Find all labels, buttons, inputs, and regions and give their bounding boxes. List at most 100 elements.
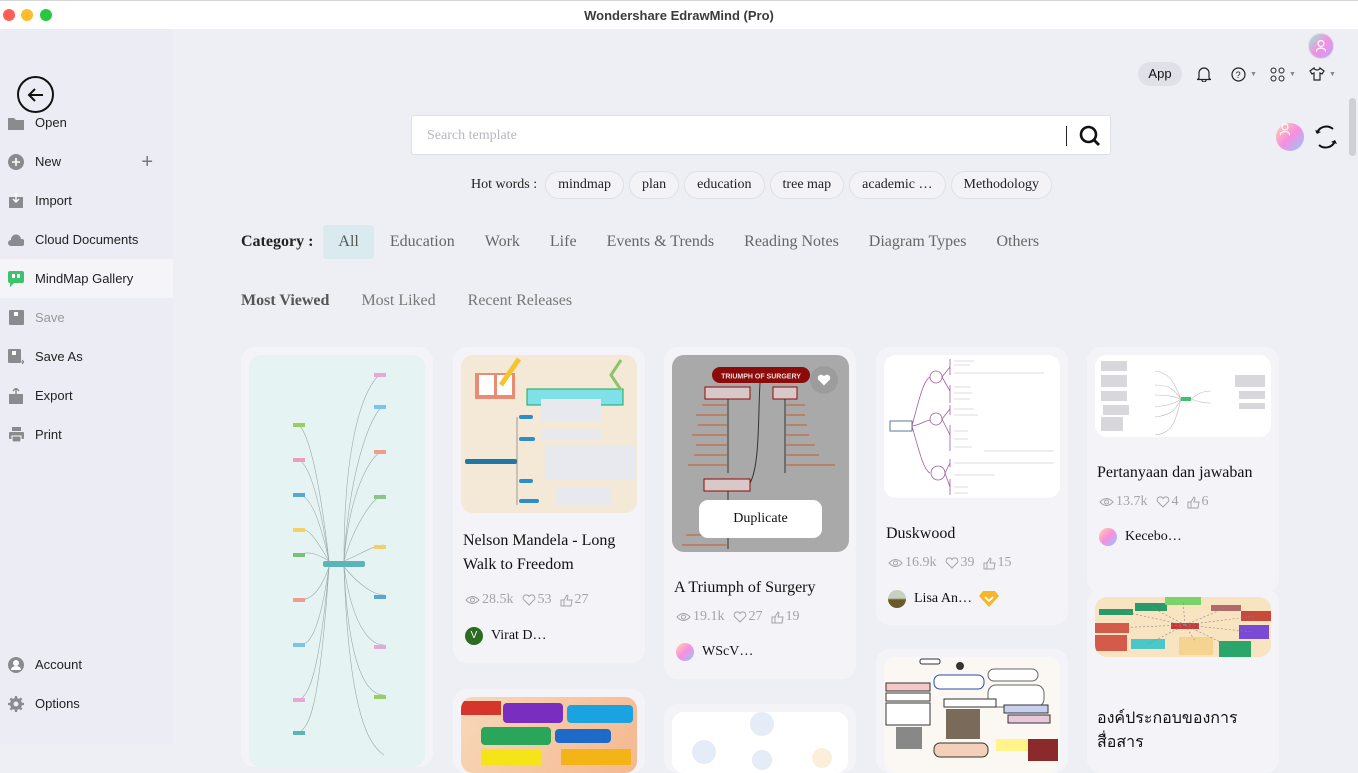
search-input[interactable]: Search template	[411, 115, 1111, 155]
sidebar-item-label: Account	[35, 657, 82, 672]
category-events-trends[interactable]: Events & Trends	[592, 225, 730, 259]
template-card[interactable]	[453, 689, 645, 773]
help-menu-button[interactable]: ? ▼	[1231, 64, 1257, 84]
sidebar-item-save[interactable]: Save	[0, 298, 173, 337]
user-avatar[interactable]	[1308, 33, 1334, 59]
search-placeholder: Search template	[427, 128, 517, 143]
save-as-icon	[8, 348, 24, 365]
main-content: App ? ▼ ▼ ▼ Search template Hot words : …	[173, 29, 1358, 773]
template-card[interactable]: องค์ประกอบของการสื่อสาร	[1087, 589, 1279, 773]
mindmap-preview	[293, 373, 386, 756]
heart-icon	[522, 594, 535, 606]
sidebar-item-export[interactable]: Export	[0, 376, 173, 415]
card-title[interactable]: Nelson Mandela - Long Walk to Freedom	[463, 529, 635, 577]
title-bar: Wondershare EdrawMind (Pro)	[0, 0, 1358, 29]
template-thumbnail	[1095, 597, 1271, 657]
user-icon	[1316, 40, 1326, 52]
hot-word-chip[interactable]: academic …	[849, 171, 946, 199]
card-title[interactable]: Pertanyaan dan jawaban	[1097, 461, 1269, 485]
tab-most-liked[interactable]: Most Liked	[361, 292, 435, 310]
view-count: 13.7k	[1099, 494, 1148, 510]
category-all[interactable]: All	[323, 225, 374, 259]
template-card[interactable]: Pertanyaan dan jawaban 13.7k 4 6 Kecebo…	[1087, 347, 1279, 593]
mindmap-preview	[465, 357, 635, 505]
template-card[interactable]	[241, 347, 433, 767]
save-icon	[8, 310, 24, 326]
sidebar-item-import[interactable]: Import	[0, 181, 173, 220]
card-author[interactable]: V Virat D…	[465, 627, 547, 645]
thumbs-count: 6	[1187, 494, 1209, 510]
notification-button[interactable]	[1197, 64, 1211, 84]
mindmap-preview	[1101, 361, 1265, 436]
category-work[interactable]: Work	[470, 225, 535, 259]
sidebar-item-cloud-documents[interactable]: Cloud Documents	[0, 220, 173, 259]
avatar	[888, 590, 906, 608]
category-filter: Category : All Education Work Life Event…	[241, 225, 1054, 259]
hot-word-chip[interactable]: Methodology	[950, 171, 1052, 199]
tab-recent-releases[interactable]: Recent Releases	[468, 292, 572, 310]
hot-word-chip[interactable]: tree map	[769, 171, 845, 199]
view-count: 19.1k	[676, 609, 725, 625]
sidebar-item-new[interactable]: New +	[0, 142, 173, 181]
author-name: Lisa An…	[914, 591, 972, 606]
duplicate-button[interactable]: Duplicate	[699, 500, 822, 538]
card-stats: 16.9k 39 15	[888, 555, 1020, 571]
card-title[interactable]: A Triumph of Surgery	[674, 576, 846, 600]
sidebar-item-label: Save	[35, 310, 65, 325]
avatar: V	[465, 627, 483, 645]
template-thumbnail	[461, 355, 637, 513]
author-name: WScV…	[702, 644, 754, 659]
heart-icon	[1156, 496, 1169, 508]
sort-tabs: Most Viewed Most Liked Recent Releases	[241, 292, 604, 310]
sidebar-item-options[interactable]: Options	[0, 684, 173, 723]
sidebar-item-account[interactable]: Account	[0, 645, 173, 684]
template-card[interactable]: Nelson Mandela - Long Walk to Freedom 28…	[453, 347, 645, 663]
favorite-button[interactable]	[810, 366, 838, 394]
template-card[interactable]: TRIUMPH OF SURGERY Duplicate A Triumph o…	[664, 347, 856, 679]
heart-icon	[817, 374, 831, 386]
card-author[interactable]: WScV…	[676, 643, 753, 661]
eye-icon	[676, 613, 691, 621]
category-reading-notes[interactable]: Reading Notes	[729, 225, 854, 259]
category-diagram-types[interactable]: Diagram Types	[854, 225, 982, 259]
mindmap-preview	[1095, 597, 1271, 657]
tab-most-viewed[interactable]: Most Viewed	[241, 292, 329, 310]
category-life[interactable]: Life	[535, 225, 592, 259]
refresh-icon[interactable]	[1313, 124, 1339, 150]
search-icon[interactable]	[1079, 125, 1101, 147]
ai-avatar-button[interactable]	[1276, 123, 1304, 151]
sidebar-item-print[interactable]: Print	[0, 415, 173, 454]
import-icon	[8, 193, 24, 209]
new-plus-button[interactable]: +	[141, 151, 153, 174]
card-author[interactable]: Lisa An…	[888, 590, 1000, 608]
template-card[interactable]	[876, 649, 1068, 773]
mindmap-preview	[692, 712, 832, 770]
sidebar-item-label: Options	[35, 696, 80, 711]
theme-menu-button[interactable]: ▼	[1309, 64, 1336, 84]
author-name: Kecebo…	[1125, 529, 1182, 544]
like-count: 39	[945, 555, 975, 571]
template-card[interactable]	[664, 704, 856, 773]
chevron-down-icon: ▼	[1329, 70, 1336, 78]
hot-word-chip[interactable]: education	[684, 171, 765, 199]
card-title[interactable]: องค์ประกอบของการสื่อสาร	[1097, 707, 1269, 755]
eye-icon	[465, 596, 480, 604]
hot-word-chip[interactable]: mindmap	[545, 171, 625, 199]
app-button[interactable]: App	[1138, 62, 1182, 86]
card-title[interactable]: Duskwood	[886, 522, 1058, 546]
hot-word-chip[interactable]: plan	[629, 171, 680, 199]
category-education[interactable]: Education	[375, 225, 470, 259]
mindmap-preview	[461, 701, 633, 765]
gear-icon	[8, 695, 24, 712]
sidebar-item-save-as[interactable]: Save As	[0, 337, 173, 376]
grid-icon	[1270, 67, 1285, 81]
sidebar-item-open[interactable]: Open	[0, 103, 173, 142]
scrollbar-thumb[interactable]	[1349, 98, 1356, 156]
category-others[interactable]: Others	[981, 225, 1054, 259]
plus-circle-icon	[8, 153, 24, 170]
card-author[interactable]: Kecebo…	[1099, 528, 1182, 546]
thumb-heading: TRIUMPH OF SURGERY	[721, 374, 801, 381]
apps-menu-button[interactable]: ▼	[1270, 64, 1296, 84]
template-card[interactable]: Duskwood 16.9k 39 15 Lisa An…	[876, 347, 1068, 625]
sidebar-item-mindmap-gallery[interactable]: MindMap Gallery	[0, 259, 173, 298]
